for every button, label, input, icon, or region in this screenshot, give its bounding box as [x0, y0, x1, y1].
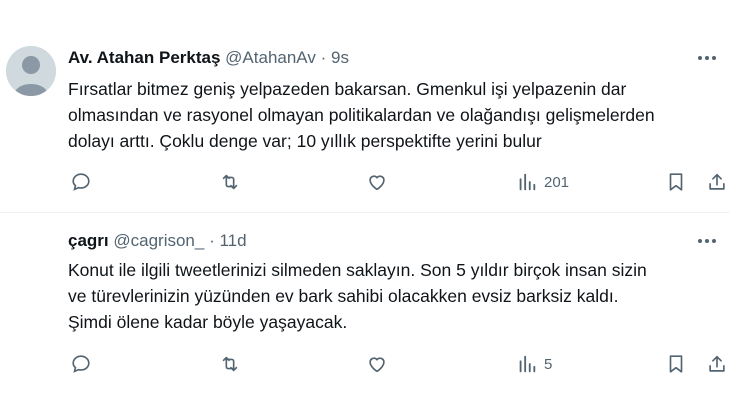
tweet[interactable]: çagrı @cagrison_ · 11d Konut ile ilgili … — [0, 213, 730, 420]
reply-icon — [72, 355, 90, 373]
views-icon — [519, 173, 536, 191]
tweet-header: çagrı @cagrison_ · 11d — [68, 231, 247, 251]
bookmark-button[interactable] — [665, 353, 687, 375]
views-count: 5 — [544, 355, 553, 373]
tweet-actions: 5 — [68, 353, 730, 379]
tweet-actions: 201 — [68, 171, 730, 197]
views-icon — [519, 355, 536, 373]
share-icon — [709, 173, 725, 190]
reply-button[interactable] — [70, 353, 92, 375]
author-name[interactable]: Av. Atahan Perktaş — [68, 48, 220, 67]
tweet-text-line: ve türevlerinizin yüzünden ev bark sahib… — [68, 286, 619, 306]
tweet-text-line: olmasından ve rasyonel olmayan politikal… — [68, 105, 655, 125]
tweet-text: Fırsatlar bitmez geniş yelpazeden bakars… — [68, 76, 724, 154]
more-icon[interactable] — [696, 51, 718, 65]
tweet-text-line: Fırsatlar bitmez geniş yelpazeden bakars… — [68, 79, 627, 99]
author-handle[interactable]: @cagrison_ — [113, 231, 204, 250]
tweet-text-line: Şimdi ölene kadar böyle yaşayacak. — [68, 312, 348, 332]
tweet-text: Konut ile ilgili tweetlerinizi silmeden … — [68, 257, 724, 335]
views-button[interactable]: 201 — [516, 171, 569, 193]
default-avatar-icon — [6, 46, 56, 96]
views-count: 201 — [544, 173, 570, 191]
tweet-text-line: Konut ile ilgili tweetlerinizi silmeden … — [68, 260, 647, 280]
timestamp[interactable]: 9s — [331, 48, 349, 67]
share-button[interactable] — [706, 171, 728, 193]
bookmark-icon — [669, 355, 683, 373]
like-icon — [369, 357, 385, 373]
separator: · — [320, 48, 327, 67]
reply-button[interactable] — [70, 171, 92, 193]
separator: · — [209, 231, 215, 250]
bookmark-icon — [669, 173, 683, 191]
like-button[interactable] — [366, 171, 388, 193]
tweet[interactable]: Av. Atahan Perktaş @AtahanAv · 9s Fırsat… — [0, 0, 730, 213]
reply-icon — [72, 173, 90, 191]
like-icon — [369, 175, 385, 191]
retweet-icon — [222, 174, 238, 190]
author-name[interactable]: çagrı — [68, 231, 109, 250]
retweet-icon — [222, 356, 238, 372]
like-button[interactable] — [366, 353, 388, 375]
retweet-button[interactable] — [219, 353, 241, 375]
views-button[interactable]: 5 — [516, 353, 552, 375]
tweet-text-line: dolayı arttı. Çoklu denge var; 10 yıllık… — [68, 131, 542, 151]
retweet-button[interactable] — [219, 171, 241, 193]
timestamp[interactable]: 11d — [219, 231, 246, 250]
tweet-header: Av. Atahan Perktaş @AtahanAv · 9s — [68, 48, 349, 68]
bookmark-button[interactable] — [665, 171, 687, 193]
share-icon — [709, 355, 725, 372]
more-icon[interactable] — [696, 234, 718, 248]
avatar[interactable] — [6, 46, 56, 96]
author-handle[interactable]: @AtahanAv — [225, 48, 316, 67]
share-button[interactable] — [706, 353, 728, 375]
